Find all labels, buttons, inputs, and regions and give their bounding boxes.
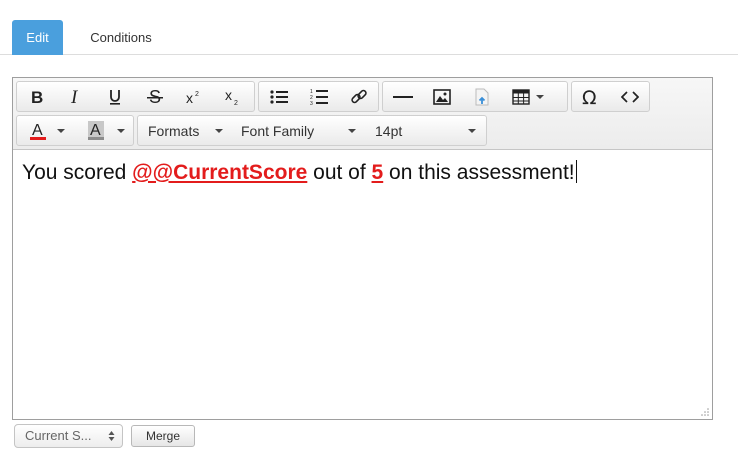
- chevron-down-icon: [468, 129, 476, 133]
- link-button[interactable]: [339, 82, 378, 111]
- italic-icon: I: [70, 89, 79, 105]
- horizontal-rule-button[interactable]: [383, 82, 422, 111]
- font-family-label: Font Family: [241, 122, 315, 139]
- editor-toolbar: B I S x 2 x 2 1 2 3 Ω A A Formats Font F…: [13, 78, 712, 150]
- code-icon: [620, 90, 639, 103]
- document-icon: [475, 88, 489, 105]
- insert-document-button[interactable]: [462, 82, 502, 111]
- image-icon: [433, 88, 451, 105]
- insert-group: [382, 81, 568, 112]
- bold-icon: B: [31, 89, 43, 105]
- superscript-button[interactable]: x 2: [174, 82, 213, 111]
- svg-text:A: A: [32, 122, 43, 139]
- tab-bar: Edit Conditions: [0, 0, 738, 55]
- resize-handle-icon[interactable]: [700, 407, 709, 416]
- content-text-after: on this assessment!: [383, 161, 575, 184]
- chevron-down-icon: [57, 129, 65, 133]
- chevron-down-icon: [215, 129, 223, 133]
- bullet-list-icon: [270, 89, 288, 104]
- merge-field-select-value: Current S...: [25, 428, 92, 443]
- bullet-list-button[interactable]: [259, 82, 299, 111]
- background-color-icon: A: [87, 120, 104, 140]
- svg-text:2: 2: [195, 91, 199, 98]
- strikethrough-button[interactable]: S: [135, 82, 174, 111]
- merge-field-current-score: @@CurrentScore: [132, 161, 308, 184]
- font-group: Formats Font Family 14pt: [137, 115, 487, 146]
- list-link-group: 1 2 3: [258, 81, 379, 112]
- background-color-button[interactable]: A: [74, 116, 133, 145]
- font-size-label: 14pt: [375, 122, 403, 139]
- font-size-dropdown[interactable]: 14pt: [365, 116, 486, 145]
- max-score-value: 5: [371, 161, 384, 184]
- underline-button[interactable]: [95, 82, 135, 111]
- svg-text:Ω: Ω: [582, 88, 597, 106]
- formats-dropdown[interactable]: Formats: [138, 116, 231, 145]
- svg-text:I: I: [70, 89, 79, 105]
- chevron-down-icon: [536, 95, 544, 99]
- special-group: Ω: [571, 81, 650, 112]
- text-color-button[interactable]: A: [17, 116, 74, 145]
- content-text-before: You scored: [22, 161, 133, 184]
- svg-text:A: A: [90, 122, 101, 139]
- link-icon: [350, 89, 367, 103]
- svg-text:x: x: [225, 88, 232, 103]
- editor-content[interactable]: You scored @@CurrentScore out of 5 on th…: [13, 151, 712, 419]
- content-text-middle: out of: [307, 161, 372, 184]
- formats-label: Formats: [148, 122, 200, 139]
- tab-edit[interactable]: Edit: [12, 20, 63, 55]
- horizontal-rule-icon: [392, 95, 413, 98]
- superscript-icon: x 2: [186, 90, 199, 105]
- insert-image-button[interactable]: [422, 82, 462, 111]
- underline-icon: [110, 89, 120, 105]
- svg-text:x: x: [186, 90, 193, 105]
- insert-table-button[interactable]: [502, 82, 549, 111]
- rich-text-editor: B I S x 2 x 2 1 2 3 Ω A A Formats Font F…: [12, 77, 713, 420]
- color-group: A A: [16, 115, 134, 146]
- font-family-dropdown[interactable]: Font Family: [231, 116, 365, 145]
- special-character-button[interactable]: Ω: [572, 82, 611, 111]
- italic-button[interactable]: I: [56, 82, 95, 111]
- svg-text:2: 2: [234, 100, 238, 106]
- numbered-list-icon: 1 2 3: [310, 89, 328, 106]
- omega-icon: Ω: [582, 88, 597, 106]
- text-style-group: B I S x 2 x 2: [16, 81, 255, 112]
- chevron-down-icon: [348, 129, 356, 133]
- bold-button[interactable]: B: [17, 82, 56, 111]
- tab-conditions[interactable]: Conditions: [78, 20, 164, 55]
- strikethrough-icon: S: [146, 88, 163, 106]
- select-arrows-icon: [108, 431, 115, 441]
- source-code-button[interactable]: [611, 82, 650, 111]
- table-icon: [511, 88, 530, 105]
- svg-text:B: B: [31, 89, 43, 105]
- merge-button[interactable]: Merge: [131, 425, 195, 447]
- text-color-icon: A: [29, 122, 46, 140]
- numbered-list-button[interactable]: 1 2 3: [299, 82, 339, 111]
- svg-text:3: 3: [310, 101, 313, 106]
- text-cursor: [575, 160, 577, 183]
- chevron-down-icon: [117, 129, 125, 133]
- subscript-button[interactable]: x 2: [213, 82, 252, 111]
- merge-field-select[interactable]: Current S...: [14, 424, 123, 448]
- subscript-icon: x 2: [225, 88, 238, 106]
